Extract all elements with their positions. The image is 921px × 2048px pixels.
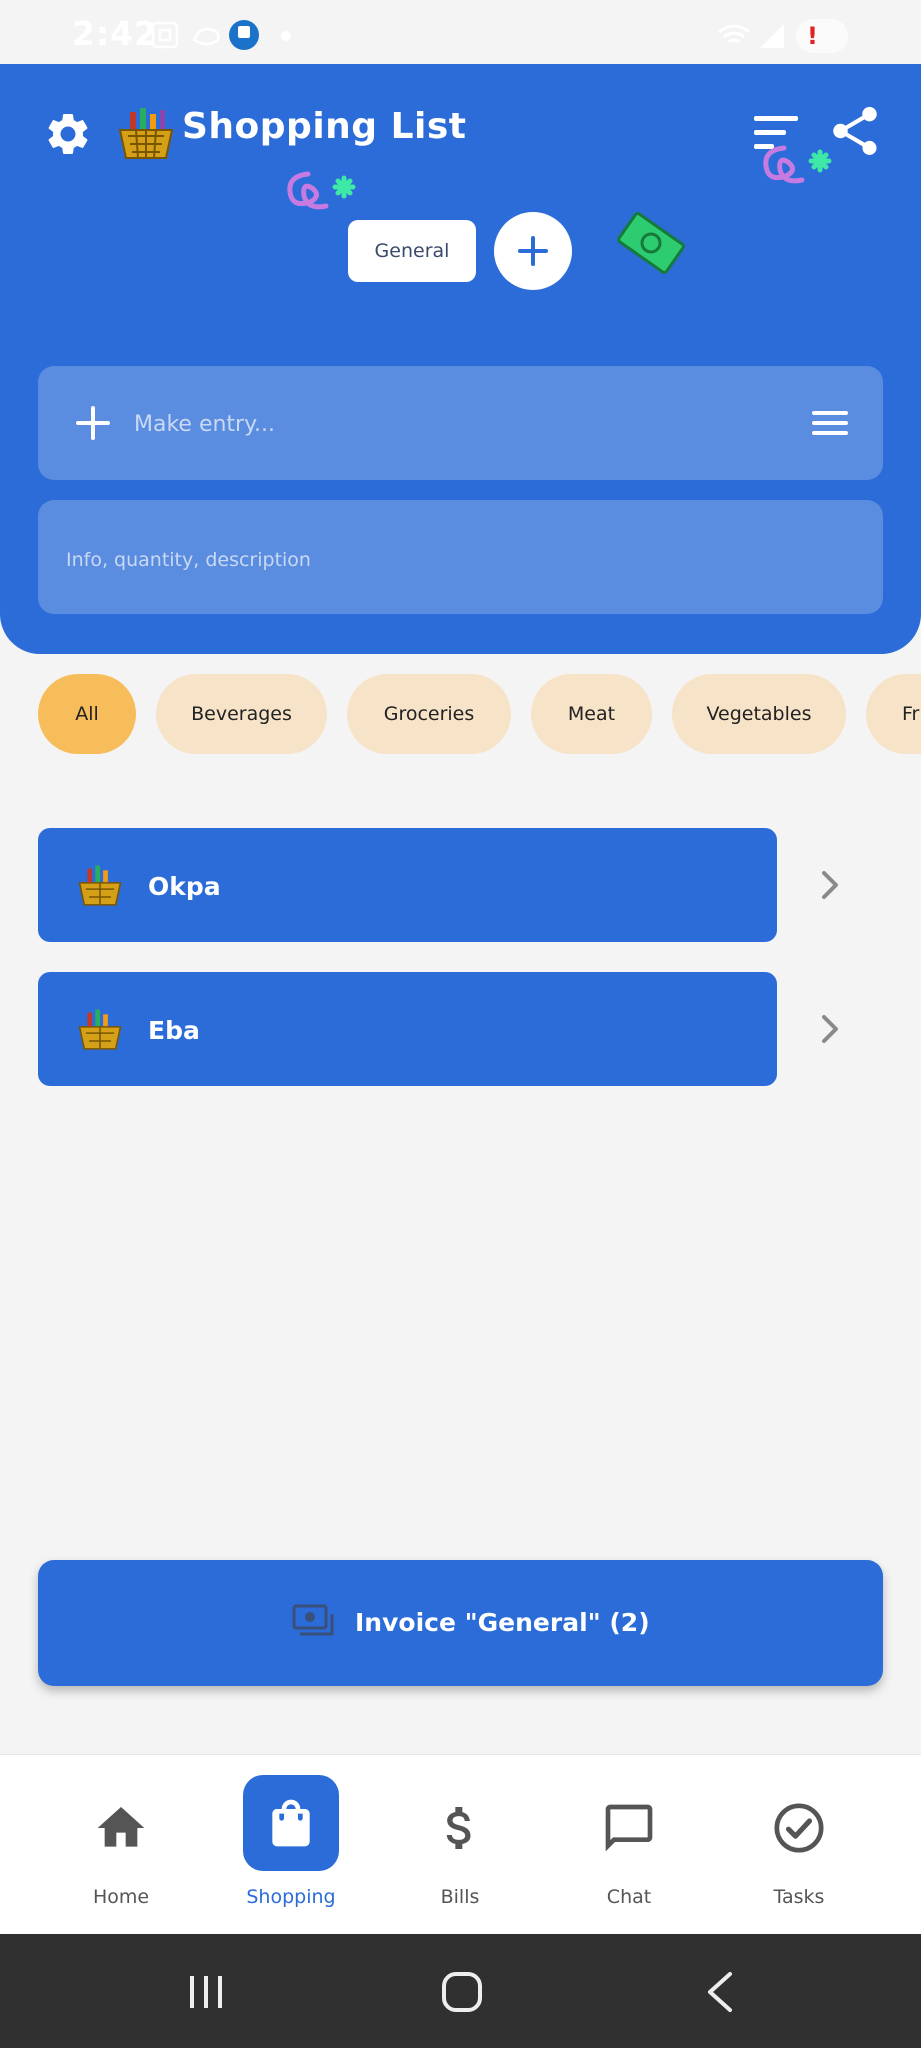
- cash-icon: [292, 1604, 334, 1636]
- list-selector-chip[interactable]: General: [348, 220, 476, 282]
- wifi-icon: [718, 24, 750, 44]
- shopping-basket-icon: [78, 865, 122, 906]
- gear-icon: [48, 113, 88, 154]
- nav-tasks-label[interactable]: Tasks: [729, 1886, 869, 1908]
- app-badge-icon: [229, 20, 259, 50]
- chat-icon[interactable]: [601, 1800, 657, 1856]
- chevron-right-icon[interactable]: [816, 1009, 844, 1049]
- category-chip-fruits[interactable]: Fr: [866, 674, 921, 754]
- shopping-basket-logo-icon: [118, 108, 174, 159]
- screenshot-icon: [151, 21, 179, 49]
- app-title: Shopping List: [182, 106, 467, 147]
- list-item-label: Eba: [148, 1016, 200, 1045]
- plus-icon[interactable]: [70, 398, 116, 448]
- notification-app-icon: [192, 27, 220, 46]
- squiggle-decoration: [763, 145, 832, 184]
- back-icon[interactable]: [702, 1970, 738, 2014]
- recent-apps-icon[interactable]: [184, 1972, 228, 2012]
- dot-icon: [281, 31, 291, 41]
- category-chip-vegetables[interactable]: Vegetables: [672, 674, 846, 754]
- shopping-basket-icon: [78, 1009, 122, 1050]
- category-chip-beverages[interactable]: Beverages: [156, 674, 327, 754]
- signal-icon: [760, 24, 784, 48]
- money-bill-decoration: [617, 212, 685, 274]
- nav-shopping-label[interactable]: Shopping: [221, 1886, 361, 1908]
- dollar-icon[interactable]: [432, 1800, 488, 1856]
- nav-home-label[interactable]: Home: [51, 1886, 191, 1908]
- squiggle-decoration: [287, 171, 356, 210]
- home-button-icon[interactable]: [440, 1970, 484, 2014]
- category-chip-meat[interactable]: Meat: [531, 674, 652, 754]
- info-input[interactable]: [66, 534, 846, 586]
- nav-bills-label[interactable]: Bills: [390, 1886, 530, 1908]
- nav-chat-label[interactable]: Chat: [559, 1886, 699, 1908]
- home-icon[interactable]: [93, 1800, 149, 1856]
- check-circle-icon[interactable]: [771, 1800, 827, 1856]
- status-time: 2:42: [72, 14, 159, 53]
- battery-alert-icon: !: [807, 22, 818, 50]
- category-chip-all[interactable]: All: [38, 674, 136, 754]
- chevron-right-icon[interactable]: [816, 865, 844, 905]
- battery-indicator: [796, 19, 848, 53]
- invoice-label: Invoice "General" (2): [355, 1608, 650, 1637]
- category-chip-groceries[interactable]: Groceries: [347, 674, 511, 754]
- list-item-label: Okpa: [148, 872, 221, 901]
- add-list-button[interactable]: [494, 212, 572, 290]
- settings-button[interactable]: [40, 106, 96, 162]
- shopping-bag-icon: [272, 1799, 310, 1847]
- plus-icon: [518, 236, 548, 266]
- entry-input[interactable]: [134, 396, 774, 452]
- menu-icon[interactable]: [810, 408, 850, 438]
